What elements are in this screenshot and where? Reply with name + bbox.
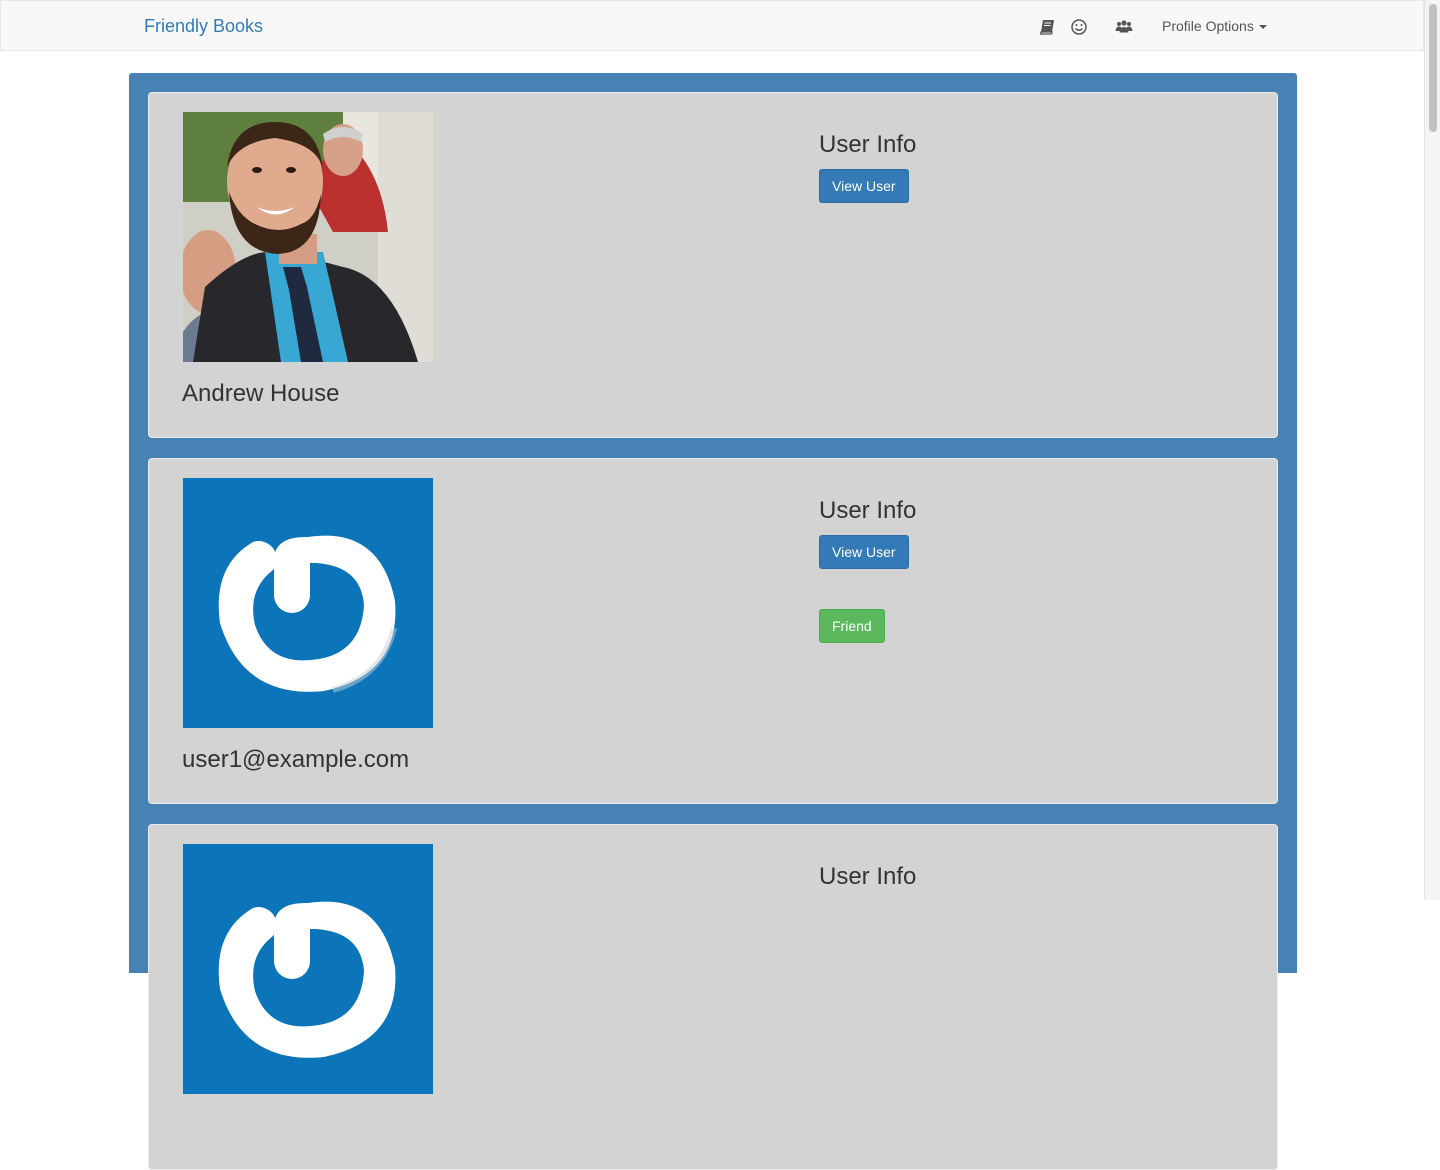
user-info-heading: User Info <box>819 863 917 890</box>
user-name: Andrew House <box>182 380 340 407</box>
smiley-icon[interactable] <box>1069 17 1089 37</box>
user-avatar-default <box>183 844 433 1094</box>
navbar: Friendly Books Profile Options <box>0 0 1424 51</box>
user-info-heading: User Info <box>819 131 917 158</box>
users-container: Andrew House User Info View User user1@e… <box>129 73 1297 1170</box>
user-avatar-default <box>183 478 433 728</box>
book-icon[interactable] <box>1038 17 1058 37</box>
users-icon[interactable] <box>1114 17 1134 37</box>
user-info-heading: User Info <box>819 497 917 524</box>
view-user-button[interactable]: View User <box>819 535 909 569</box>
user-name: user1@example.com <box>182 746 410 773</box>
view-user-button[interactable]: View User <box>819 169 909 203</box>
user-card: user1@example.com User Info View User Fr… <box>148 458 1278 804</box>
profile-options-dropdown[interactable]: Profile Options <box>1162 18 1267 34</box>
user-card: User Info <box>148 824 1278 1170</box>
user-card: Andrew House User Info View User <box>148 92 1278 438</box>
page-scrollbar[interactable] <box>1424 0 1440 900</box>
friend-button[interactable]: Friend <box>819 609 885 643</box>
caret-down-icon <box>1258 25 1267 30</box>
scrollbar-thumb[interactable] <box>1429 4 1437 132</box>
profile-options-label: Profile Options <box>1162 18 1254 34</box>
user-avatar-photo <box>183 112 433 362</box>
brand-link[interactable]: Friendly Books <box>144 16 263 37</box>
